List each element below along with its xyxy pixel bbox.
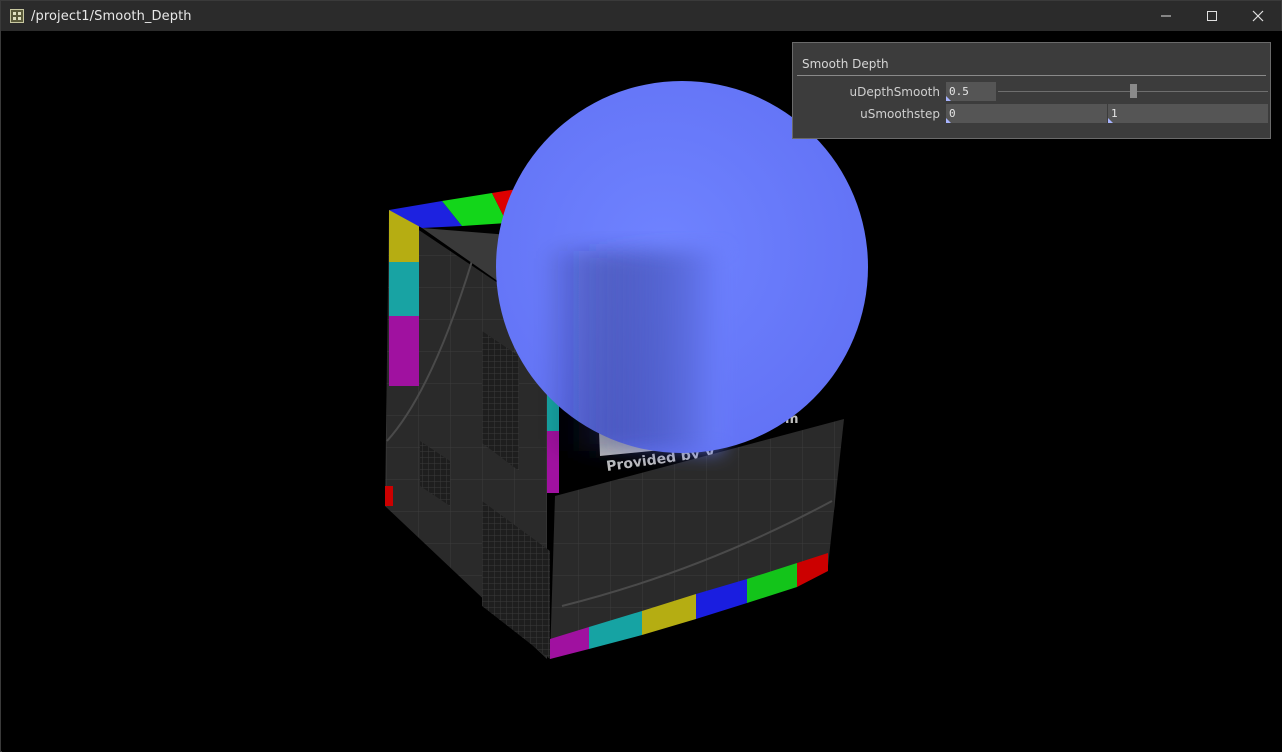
usmoothstep-min-field[interactable]: 0 <box>946 104 1107 123</box>
field-corner-marker <box>1108 118 1113 123</box>
app-window: /project1/Smooth_Depth Provided by V m S… <box>0 0 1282 752</box>
udepthsmooth-value-field[interactable]: 0.5 <box>946 82 996 101</box>
touchdesigner-app-icon <box>10 9 24 23</box>
scene-render: Provided by V m <box>385 81 868 659</box>
title-bar[interactable]: /project1/Smooth_Depth <box>1 1 1281 31</box>
window-title: /project1/Smooth_Depth <box>31 8 192 24</box>
maximize-button[interactable] <box>1189 1 1235 31</box>
udepthsmooth-value: 0.5 <box>949 85 969 98</box>
window-controls <box>1143 1 1281 31</box>
close-icon <box>1252 10 1264 22</box>
field-corner-marker <box>946 96 951 101</box>
udepthsmooth-slider-handle[interactable] <box>1130 84 1137 98</box>
usmoothstep-max-field[interactable]: 1 <box>1108 104 1268 123</box>
close-button[interactable] <box>1235 1 1281 31</box>
render-viewport[interactable]: Provided by V m Smooth Depth uDepthSmoot… <box>2 31 1282 752</box>
minimize-icon <box>1161 15 1171 17</box>
minimize-button[interactable] <box>1143 1 1189 31</box>
field-corner-marker <box>946 118 951 123</box>
maximize-icon <box>1207 11 1217 21</box>
param-label-usmoothstep: uSmoothstep <box>860 107 940 121</box>
parameter-panel: Smooth Depth uDepthSmooth 0.5 uSmoothste… <box>792 42 1271 139</box>
panel-divider <box>797 75 1266 76</box>
param-label-udepthsmooth: uDepthSmooth <box>849 85 940 99</box>
panel-title: Smooth Depth <box>802 57 889 71</box>
